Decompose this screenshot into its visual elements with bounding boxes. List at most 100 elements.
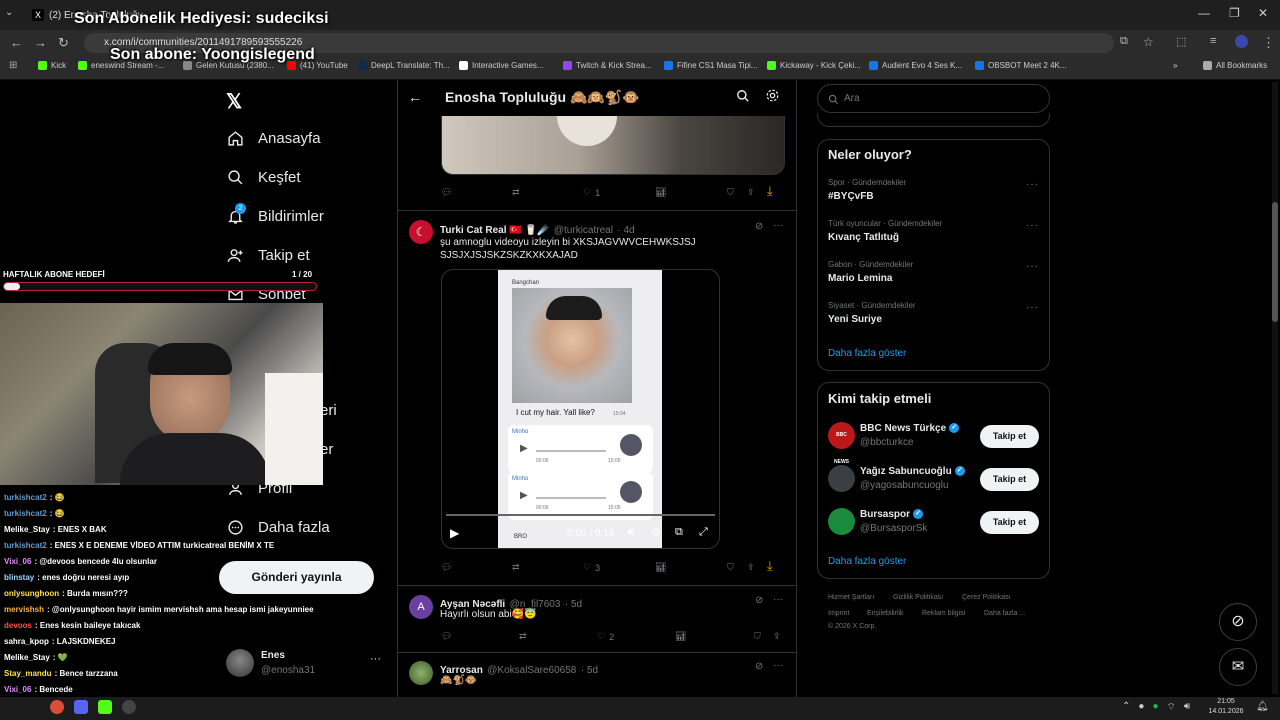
trend-category[interactable]: Gabon · Gündemdekiler	[828, 260, 913, 269]
share-button[interactable]: ⇪	[747, 562, 755, 573]
follow-suggestion-handle[interactable]: @BursasporSk	[860, 523, 927, 534]
trend-more-icon[interactable]: ···	[1026, 220, 1039, 231]
nav-more[interactable]: Daha fazla	[226, 518, 330, 536]
bookmark-item[interactable]: All Bookmarks	[1203, 61, 1267, 70]
footer-link[interactable]: Hizmet Şartları	[828, 594, 874, 601]
grok-icon[interactable]: ⊘	[755, 661, 763, 672]
bookmark-item[interactable]: Twitch & Kick Strea...	[563, 61, 652, 70]
install-app-icon[interactable]: ⧉	[1120, 35, 1128, 48]
avatar[interactable]: ☾	[409, 220, 433, 244]
extensions-icon[interactable]: ⬚	[1176, 35, 1186, 48]
download-button[interactable]: ⤓	[767, 558, 773, 574]
author-handle[interactable]: @turkicatreal	[554, 225, 613, 236]
repost-button[interactable]: ⇄	[519, 631, 527, 642]
trends-show-more[interactable]: Daha fazla göster	[828, 348, 906, 359]
forward-icon[interactable]: →	[34, 35, 47, 50]
bookmark-item[interactable]: Audient Evo 4 Ses K...	[869, 61, 962, 70]
close-window-icon[interactable]: ✕	[1258, 6, 1268, 20]
avatar[interactable]	[828, 508, 855, 535]
search-icon[interactable]	[736, 89, 750, 108]
post-more-icon[interactable]: ···	[773, 220, 783, 231]
bookmark-item[interactable]: Kick	[38, 61, 66, 70]
avatar[interactable]	[828, 465, 855, 492]
back-icon[interactable]: ←	[10, 35, 23, 50]
follow-suggestion-name[interactable]: BBC News Türkçe ✓	[860, 423, 960, 434]
avatar[interactable]: BBC NEWS	[828, 422, 855, 465]
repost-button[interactable]: ⇄	[512, 562, 520, 573]
follow-button[interactable]: Takip et	[980, 511, 1039, 534]
bookmark-item[interactable]: Fifine CS1 Masa Tipi...	[664, 61, 757, 70]
video-settings-icon[interactable]: ⚙	[651, 526, 661, 539]
nav-explore[interactable]: Keşfet	[226, 168, 301, 186]
grok-icon[interactable]: ⊘	[755, 221, 763, 232]
settings-gear-icon[interactable]	[765, 88, 780, 108]
footer-link[interactable]: Çerez Politikası	[962, 594, 1011, 601]
media-control-icon[interactable]: ≡	[1210, 35, 1216, 47]
views-button[interactable]: 📊︎	[655, 562, 666, 573]
reload-icon[interactable]: ↻	[58, 35, 69, 51]
x-logo-icon[interactable]: 𝕏	[226, 89, 242, 114]
profile-avatar-icon[interactable]	[1235, 35, 1248, 48]
trend-name[interactable]: Mario Lemina	[828, 273, 892, 284]
video-progress-bar[interactable]	[446, 514, 715, 516]
author-name[interactable]: Turki Cat Real 🇹🇷 🥛☄️	[440, 225, 549, 236]
volume-icon[interactable]: 🔊︎	[627, 526, 634, 539]
speaker-icon[interactable]: 🔊︎	[1184, 701, 1190, 714]
fullscreen-icon[interactable]: ⤢	[699, 526, 708, 539]
maximize-icon[interactable]: ❐	[1229, 6, 1240, 20]
follow-suggestion-handle[interactable]: @yagosabuncuoglu	[860, 480, 949, 491]
reply-button[interactable]: 💬︎	[441, 631, 452, 642]
footer-link[interactable]: Reklam bilgisi	[922, 610, 965, 617]
post-more-icon[interactable]: ···	[773, 660, 783, 671]
messages-float-icon[interactable]: ✉	[1219, 648, 1257, 686]
trend-name[interactable]: #BYÇvFB	[828, 191, 874, 202]
views-button[interactable]: 📊︎	[655, 187, 666, 198]
like-button[interactable]: ♡ 3	[583, 562, 600, 573]
system-tray[interactable]: ⌃ ● ● ⌔ 🔊︎	[1122, 701, 1190, 714]
bookmark-star-icon[interactable]: ☆	[1143, 35, 1154, 49]
chrome-taskbar-icon[interactable]	[50, 700, 64, 714]
spotify-tray-icon[interactable]: ●	[1152, 701, 1158, 714]
follow-button[interactable]: Takip et	[980, 425, 1039, 448]
author-handle[interactable]: @KoksalSare60658	[487, 665, 576, 676]
footer-link[interactable]: Gizlilik Politikası	[893, 594, 943, 601]
footer-link[interactable]: Daha fazla ...	[984, 610, 1025, 617]
who-show-more[interactable]: Daha fazla göster	[828, 556, 906, 567]
trend-name[interactable]: Yeni Suriye	[828, 314, 882, 325]
account-more-icon[interactable]: ···	[370, 653, 381, 665]
tray-chevron-icon[interactable]: ⌃	[1122, 701, 1130, 714]
nav-home[interactable]: Anasayfa	[226, 129, 321, 147]
bookmark-button[interactable]: ⛉	[727, 562, 734, 573]
post-more-icon[interactable]: ···	[773, 594, 783, 605]
browser-menu-icon[interactable]: ⋮	[1262, 35, 1275, 51]
download-button[interactable]: ⤓	[767, 183, 773, 199]
taskbar-clock[interactable]: 21:05 14.01.2026	[1206, 697, 1246, 717]
bookmark-button[interactable]: ⛉	[754, 631, 761, 642]
bookmark-button[interactable]: ⛉	[727, 187, 734, 198]
repost-button[interactable]: ⇄	[512, 187, 520, 198]
post-time[interactable]: · 5d	[581, 665, 598, 676]
share-button[interactable]: ⇪	[747, 187, 755, 198]
grok-icon[interactable]: ⊘	[755, 595, 763, 606]
tray-app-icon[interactable]: ●	[1138, 701, 1144, 714]
trend-more-icon[interactable]: ···	[1026, 261, 1039, 272]
play-icon[interactable]: ▶	[450, 526, 459, 540]
obs-taskbar-icon[interactable]	[122, 700, 136, 714]
like-button[interactable]: ♡ 1	[583, 187, 600, 198]
like-button[interactable]: ♡ 2	[597, 631, 614, 642]
bookmark-item[interactable]: OBSBOT Meet 2 4K...	[975, 61, 1067, 70]
account-switcher[interactable]: Enes @enosha31 ···	[226, 649, 406, 679]
notifications-bell-icon[interactable]: 🔔︎	[1256, 701, 1269, 712]
wifi-icon[interactable]: ⌔	[1166, 701, 1175, 714]
scrollbar-thumb[interactable]	[1272, 202, 1278, 322]
bookmark-item[interactable]: Interactive Games...	[459, 61, 544, 70]
nav-notifications[interactable]: 2 Bildirimler	[226, 203, 324, 225]
follow-suggestion-name[interactable]: Yağız Sabuncuoğlu ✓	[860, 466, 965, 477]
follow-suggestion-handle[interactable]: @bbcturkce	[860, 437, 914, 448]
apps-grid-icon[interactable]: ⊞	[9, 60, 17, 71]
minimize-icon[interactable]: —	[1198, 6, 1210, 20]
bookmark-item[interactable]: DeepL Translate: Th...	[358, 61, 450, 70]
follow-button[interactable]: Takip et	[980, 468, 1039, 491]
trend-category[interactable]: Spor · Gündemdekiler	[828, 178, 906, 187]
top-post-media[interactable]	[441, 116, 785, 175]
